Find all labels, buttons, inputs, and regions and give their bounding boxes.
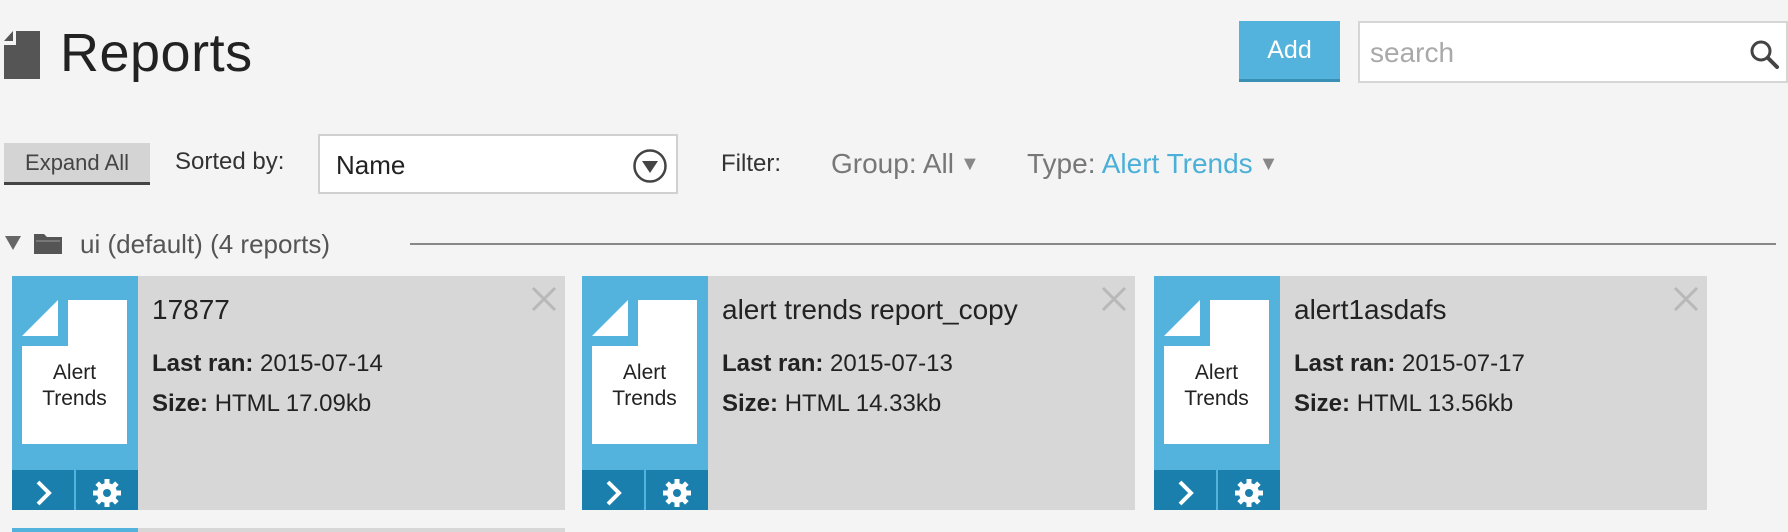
close-icon[interactable] [1671,284,1701,314]
report-size: Size: HTML 17.09kb [152,390,372,417]
report-size: Size: HTML 14.33kb [722,390,942,417]
report-last-ran: Last ran: 2015-07-14 [152,350,383,377]
report-card-thumbnail: Alert Trends [12,276,138,510]
gear-icon [93,479,121,507]
report-type-label: Alert Trends [42,361,107,410]
report-card[interactable]: Alert Trends [1154,276,1707,510]
report-card-partial [138,528,565,532]
report-type-label: Alert Trends [612,361,677,410]
gear-icon [1235,479,1263,507]
search-box [1358,21,1788,83]
search-icon[interactable] [1749,39,1779,69]
group-label: ui (default) (4 reports) [80,229,330,259]
chevron-down-circle-icon [633,149,667,183]
report-name[interactable]: alert1asdafs [1294,294,1447,326]
report-name[interactable]: alert trends report_copy [722,294,1018,326]
report-card[interactable]: Alert Trends [12,276,565,510]
chevron-right-icon [36,480,52,506]
chevron-right-icon [606,480,622,506]
report-last-ran: Last ran: 2015-07-13 [722,350,953,377]
search-input[interactable] [1368,33,1728,73]
caret-down-icon: ▼ [959,153,980,175]
caret-down-icon: ▼ [1258,153,1279,175]
report-settings-button[interactable] [76,470,138,510]
add-button[interactable]: Add [1239,21,1340,82]
group-filter-value: All [922,148,954,179]
filter-label: Filter: [721,150,781,177]
report-type-label: Alert Trends [1184,361,1249,410]
run-report-button[interactable] [1154,470,1216,510]
group-divider [410,243,1776,245]
report-settings-button[interactable] [1218,470,1280,510]
report-name[interactable]: 17877 [152,294,230,326]
report-last-ran: Last ran: 2015-07-17 [1294,350,1525,377]
group-filter[interactable]: Group: All ▼ [831,148,980,180]
type-filter[interactable]: Type: Alert Trends ▼ [1027,148,1278,180]
report-card[interactable]: Alert Trends [582,276,1135,510]
document-icon [4,31,40,79]
report-card-partial [12,528,138,532]
type-filter-value: Alert Trends [1101,148,1253,179]
sort-select[interactable]: Name [318,134,678,194]
run-report-button[interactable] [12,470,74,510]
report-card-thumbnail: Alert Trends [1154,276,1280,510]
report-settings-button[interactable] [646,470,708,510]
run-report-button[interactable] [582,470,644,510]
page-title: Reports [60,23,253,83]
type-filter-label: Type: [1027,148,1096,179]
close-icon[interactable] [529,284,559,314]
close-icon[interactable] [1099,284,1129,314]
report-size: Size: HTML 13.56kb [1294,390,1514,417]
expand-all-button[interactable]: Expand All [4,143,150,185]
sort-select-value: Name [336,150,406,180]
chevron-right-icon [1178,480,1194,506]
gear-icon [663,479,691,507]
report-card-thumbnail: Alert Trends [582,276,708,510]
triangle-down-icon[interactable] [5,236,21,250]
group-filter-label: Group: [831,148,917,179]
folder-icon [34,234,62,254]
sorted-by-label: Sorted by: [175,148,285,175]
